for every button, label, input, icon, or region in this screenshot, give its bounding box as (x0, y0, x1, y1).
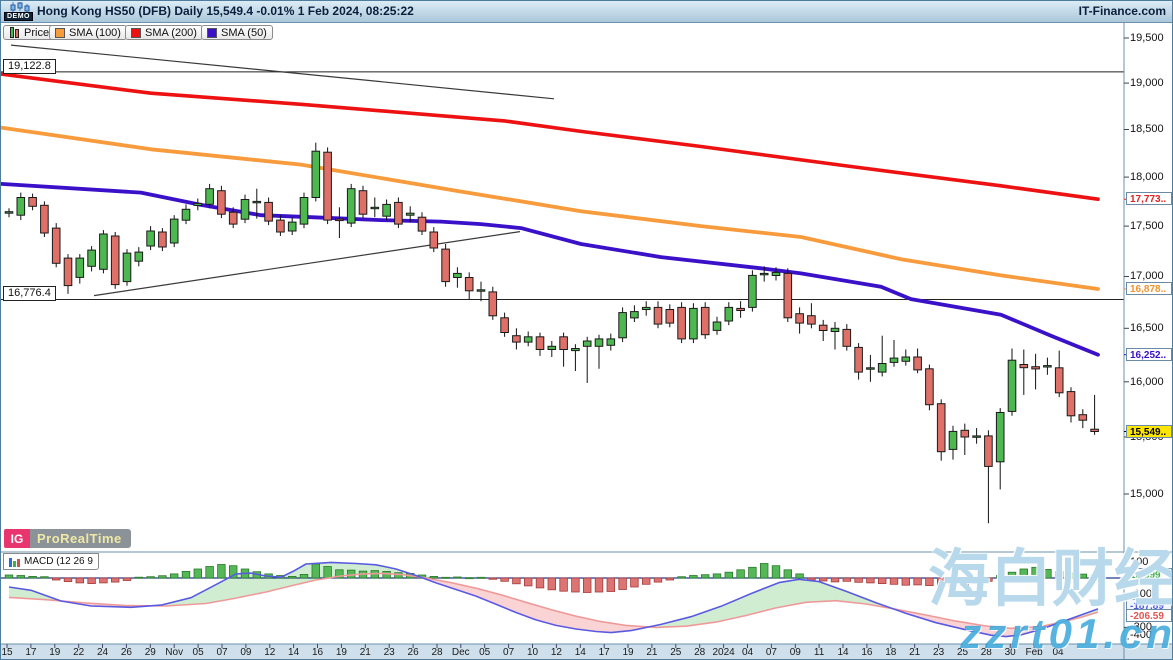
macd-axis-label: 100 (1130, 556, 1148, 568)
price-axis-label: 19,000 (1130, 77, 1164, 89)
date-label: 23 (933, 647, 944, 658)
macd-indicator-tab[interactable]: MACD (12 26 9 (3, 553, 99, 570)
date-label: 07 (503, 647, 514, 658)
sma50-swatch-icon (207, 28, 217, 38)
date-label: 12 (264, 647, 275, 658)
legend-sma100-label: SMA (100) (69, 27, 121, 39)
legend-sma50-label: SMA (50) (221, 27, 267, 39)
prorealtime-label: ProRealTime (30, 529, 131, 548)
macd-badge: 18.899 (1126, 568, 1172, 581)
date-label: 11 (814, 647, 824, 658)
date-label: 21 (909, 647, 920, 658)
date-label: 04 (742, 647, 753, 658)
date-label: Nov (165, 647, 183, 658)
date-label: 09 (790, 647, 801, 658)
date-label: 10 (527, 647, 538, 658)
date-label: 07 (216, 647, 227, 658)
price-axis-label: 17,500 (1130, 220, 1164, 232)
price-axis-label: 17,000 (1130, 270, 1164, 282)
chart-title: Hong Kong HS50 (DFB) Daily 15,549.4 -0.0… (37, 4, 414, 18)
date-label: 09 (240, 647, 251, 658)
legend-price-label: Price (24, 27, 49, 39)
sma200-swatch-icon (131, 28, 141, 38)
date-label: 14 (288, 647, 299, 658)
date-label: 05 (479, 647, 490, 658)
price-axis-label: 18,000 (1130, 171, 1164, 183)
date-label: 15 (1, 647, 12, 658)
demo-badge: DEMO (4, 12, 33, 21)
date-label: 19 (49, 647, 60, 658)
ig-logo-icon: IG (4, 529, 30, 548)
macd-label: MACD (12 26 9 (24, 556, 93, 567)
macd-axis-label: -400 (1130, 629, 1152, 641)
date-label: 30 (1005, 647, 1016, 658)
date-label: 17 (25, 647, 36, 658)
date-label: 19 (336, 647, 347, 658)
date-label: 14 (575, 647, 586, 658)
legend-sma100-button[interactable]: SMA (100) (49, 25, 127, 40)
price-badge: 16,252.. (1126, 348, 1172, 361)
chart-window: DEMO Hong Kong HS50 (DFB) Daily 15,549.4… (0, 0, 1173, 660)
date-label: 22 (73, 647, 84, 658)
date-label: 21 (360, 647, 371, 658)
date-label: 18 (885, 647, 896, 658)
date-label: 17 (599, 647, 610, 658)
date-label: 21 (646, 647, 657, 658)
date-label: 25 (957, 647, 968, 658)
date-label: 19 (622, 647, 633, 658)
date-label: 28 (431, 647, 442, 658)
date-label: 29 (145, 647, 156, 658)
price-badge: 17,773.. (1126, 192, 1172, 205)
price-axis-label: 16,000 (1130, 376, 1164, 388)
legend-sma50-button[interactable]: SMA (50) (201, 25, 273, 40)
date-label: 14 (837, 647, 848, 658)
level-label: 16,776.4 (3, 286, 56, 301)
demo-logo: DEMO (4, 2, 34, 22)
price-badge: 16,878.. (1126, 282, 1172, 295)
level-label: 19,122.8 (3, 59, 56, 74)
price-axis-label: 15,000 (1130, 488, 1164, 500)
price-axis-label: 18,500 (1130, 123, 1164, 135)
chart-canvas[interactable] (1, 1, 1173, 660)
date-label: 04 (1052, 647, 1063, 658)
legend-sma200-label: SMA (200) (145, 27, 197, 39)
legend-sma200-button[interactable]: SMA (200) (125, 25, 203, 40)
sma100-swatch-icon (55, 28, 65, 38)
date-label: 05 (193, 647, 204, 658)
prorealtime-logo: IG ProRealTime (4, 529, 131, 548)
price-axis-label: 19,500 (1130, 32, 1164, 44)
date-label: 28 (694, 647, 705, 658)
date-label: 16 (861, 647, 872, 658)
title-bar: DEMO Hong Kong HS50 (DFB) Daily 15,549.4… (1, 1, 1173, 23)
date-label: 16 (312, 647, 323, 658)
price-candles-icon (9, 27, 20, 38)
macd-icon (9, 557, 20, 567)
price-axis-label: 16,500 (1130, 322, 1164, 334)
date-label: 26 (408, 647, 419, 658)
price-badge: 15,549.. (1126, 425, 1172, 438)
date-label: 23 (384, 647, 395, 658)
date-label: 12 (551, 647, 562, 658)
date-label: 24 (97, 647, 108, 658)
date-label: 2024 (712, 647, 734, 658)
date-label: Dec (452, 647, 470, 658)
macd-badge: -206.59 (1126, 609, 1172, 622)
date-label: 26 (121, 647, 132, 658)
date-label: 07 (766, 647, 777, 658)
date-label: Feb (1025, 647, 1042, 658)
legend-price-button[interactable]: Price (3, 25, 55, 40)
date-label: 28 (981, 647, 992, 658)
provider-link[interactable]: IT-Finance.com (1079, 4, 1166, 18)
date-label: 25 (670, 647, 681, 658)
